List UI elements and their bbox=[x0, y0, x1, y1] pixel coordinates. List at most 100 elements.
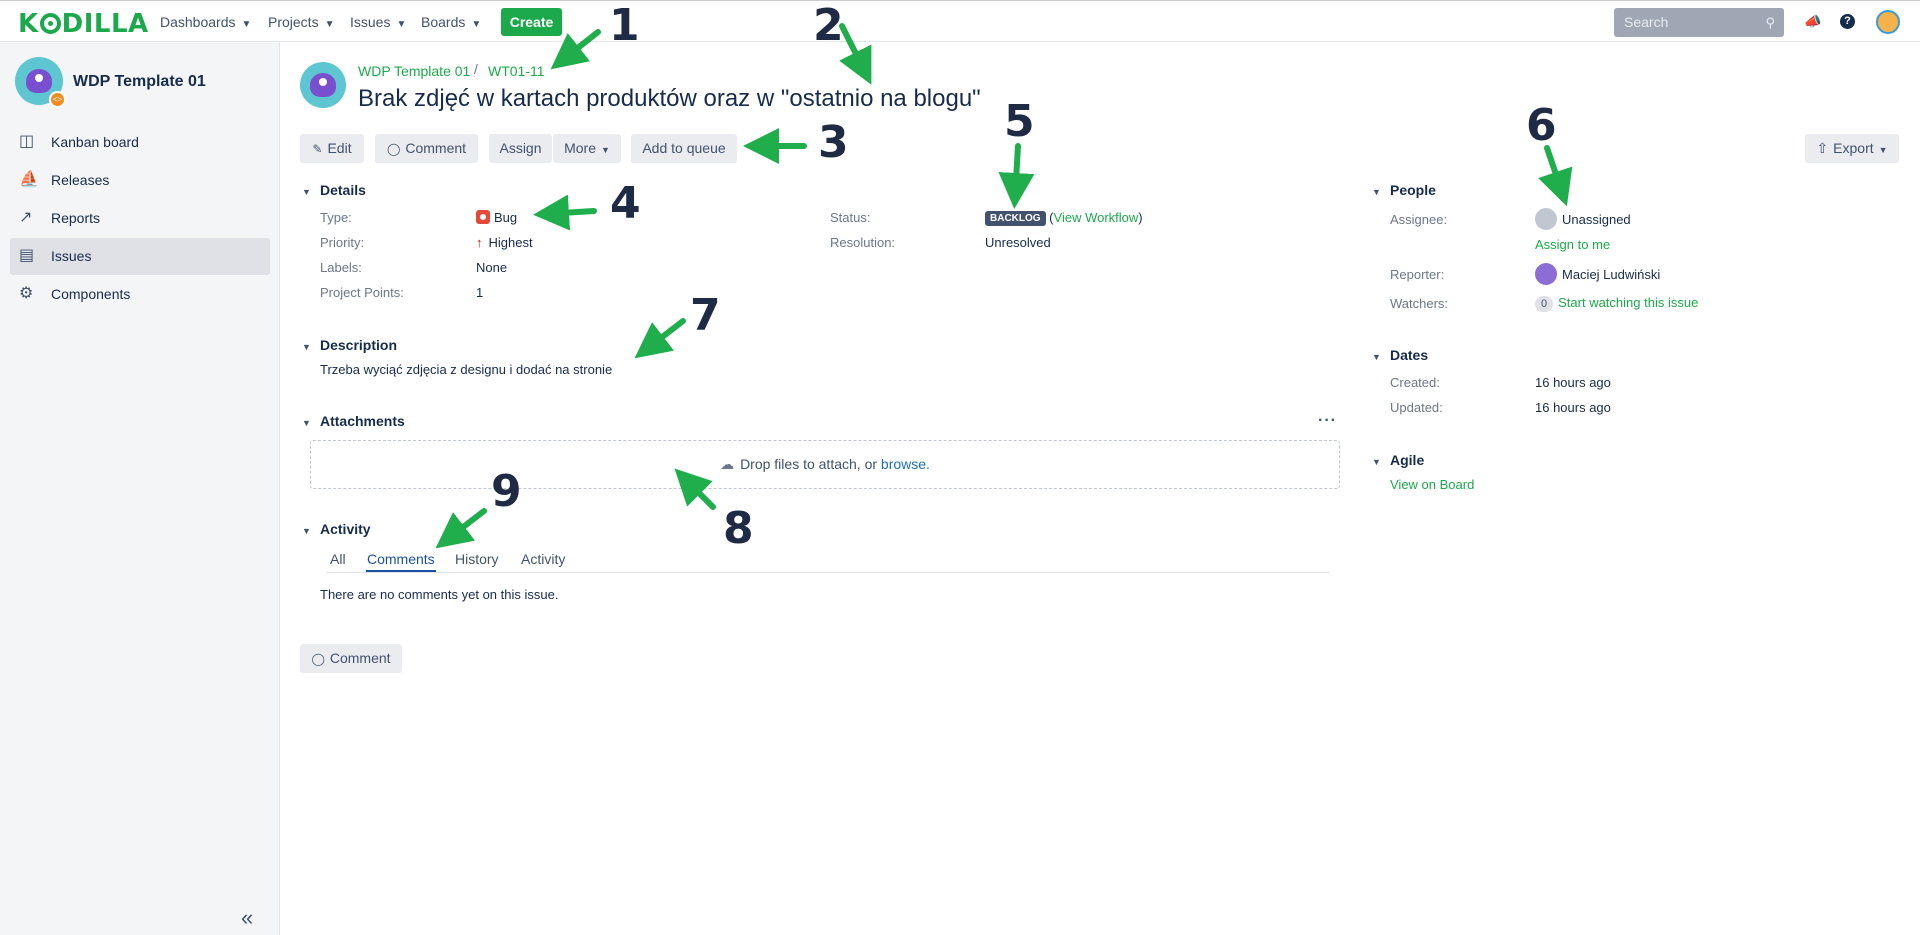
people-section-toggle[interactable]: ▼ People bbox=[1372, 182, 1436, 198]
watchers-count-badge: 0 bbox=[1535, 296, 1554, 312]
created-value: 16 hours ago bbox=[1535, 375, 1611, 390]
sidebar-item-kanban-board[interactable]: ◫ Kanban board bbox=[10, 124, 270, 161]
top-navigation: K DILLA Dashboards ▼ Projects ▼ Issues ▼ Boa… bbox=[0, 0, 1920, 42]
chevron-down-icon: ▼ bbox=[324, 19, 335, 30]
sidebar-item-releases[interactable]: ⛵ Releases bbox=[10, 162, 270, 199]
dates-section-toggle[interactable]: ▼ Dates bbox=[1372, 347, 1428, 363]
sidebar-item-label: Kanban board bbox=[51, 134, 139, 150]
agile-heading: Agile bbox=[1390, 452, 1425, 468]
reporter-value-text: Maciej Ludwiński bbox=[1562, 267, 1661, 282]
chevron-down-icon: ▼ bbox=[1878, 145, 1888, 155]
comment-button[interactable]: ◯ Comment bbox=[375, 134, 478, 163]
type-value-text: Bug bbox=[494, 210, 518, 225]
unassigned-avatar bbox=[1535, 208, 1557, 230]
tab-all[interactable]: All bbox=[330, 551, 346, 567]
nav-boards[interactable]: Boards ▼ bbox=[421, 14, 481, 30]
nav-projects-label: Projects bbox=[268, 14, 319, 30]
sidebar-item-label: Issues bbox=[51, 248, 92, 264]
more-label: More bbox=[564, 140, 596, 156]
type-label: Type: bbox=[320, 210, 352, 225]
attachments-section-toggle[interactable]: ▼ Attachments bbox=[302, 413, 405, 429]
assignee-value[interactable]: Unassigned bbox=[1535, 208, 1631, 230]
issue-title[interactable]: Brak zdjęć w kartach produktów oraz w "o… bbox=[358, 85, 981, 113]
view-on-board-link[interactable]: View on Board bbox=[1390, 477, 1474, 492]
bug-icon bbox=[476, 210, 490, 224]
project-name[interactable]: WDP Template 01 bbox=[73, 73, 206, 91]
details-section-toggle[interactable]: ▼ Details bbox=[302, 182, 366, 198]
create-button[interactable]: Create bbox=[501, 8, 562, 36]
agile-section-toggle[interactable]: ▼ Agile bbox=[1372, 452, 1424, 468]
activity-heading: Activity bbox=[320, 521, 371, 537]
description-text[interactable]: Trzeba wyciąć zdjęcia z designu i dodać … bbox=[320, 362, 612, 377]
breadcrumb-project[interactable]: WDP Template 01 bbox=[358, 63, 470, 79]
edit-label: Edit bbox=[327, 140, 352, 156]
browse-link[interactable]: browse. bbox=[881, 456, 930, 472]
reporter-label: Reporter: bbox=[1390, 267, 1445, 282]
no-comments-text: There are no comments yet on this issue. bbox=[320, 587, 559, 602]
status-value: BACKLOG (View Workflow) bbox=[985, 210, 1143, 226]
annotation-number-4: 4 bbox=[610, 178, 641, 229]
nav-issues-label: Issues bbox=[350, 14, 391, 30]
labels-value[interactable]: None bbox=[476, 260, 507, 275]
chevron-down-icon: ▼ bbox=[471, 19, 482, 30]
resolution-label: Resolution: bbox=[830, 235, 896, 250]
tab-activity[interactable]: Activity bbox=[521, 551, 565, 567]
nav-issues[interactable]: Issues ▼ bbox=[350, 14, 406, 30]
annotation-number-8: 8 bbox=[723, 503, 754, 554]
search-input[interactable]: Search ⚲ bbox=[1614, 8, 1784, 37]
help-icon[interactable]: ? bbox=[1840, 14, 1855, 29]
export-button[interactable]: ⇧ Export ▼ bbox=[1805, 134, 1899, 163]
type-value[interactable]: Bug bbox=[476, 210, 517, 225]
comment-label: Comment bbox=[405, 140, 467, 156]
reporter-avatar bbox=[1535, 263, 1557, 285]
activity-section-toggle[interactable]: ▼ Activity bbox=[302, 521, 371, 537]
comment-icon: ◯ bbox=[311, 652, 325, 666]
sidebar-item-components[interactable]: ⚙ Components bbox=[10, 276, 270, 313]
details-heading: Details bbox=[320, 182, 366, 198]
ship-icon: ⛵ bbox=[19, 171, 39, 188]
view-workflow-link[interactable]: View Workflow bbox=[1054, 210, 1139, 225]
collapse-sidebar-icon[interactable]: « bbox=[241, 905, 253, 931]
annotation-arrow-9 bbox=[435, 508, 487, 549]
drop-text: Drop files to attach, or bbox=[740, 456, 878, 472]
description-section-toggle[interactable]: ▼ Description bbox=[302, 337, 397, 353]
add-to-queue-button[interactable]: Add to queue bbox=[631, 134, 737, 163]
annotation-number-5: 5 bbox=[1004, 96, 1035, 147]
more-button[interactable]: More ▼ bbox=[553, 134, 621, 163]
project-points-value[interactable]: 1 bbox=[476, 285, 483, 300]
description-heading: Description bbox=[320, 337, 398, 353]
tab-comments[interactable]: Comments bbox=[367, 551, 435, 567]
nav-dashboards[interactable]: Dashboards ▼ bbox=[160, 14, 251, 30]
status-badge[interactable]: BACKLOG bbox=[985, 211, 1046, 226]
sidebar-item-issues[interactable]: ▤ Issues bbox=[10, 238, 270, 275]
tab-history[interactable]: History bbox=[455, 551, 499, 567]
pencil-icon: ✎ bbox=[312, 142, 323, 156]
add-comment-button[interactable]: ◯ Comment bbox=[300, 644, 402, 673]
annotation-arrow-4 bbox=[533, 194, 597, 231]
more-options-icon[interactable]: ··· bbox=[1318, 412, 1337, 430]
active-tab-indicator bbox=[366, 570, 436, 572]
edit-button[interactable]: ✎ Edit bbox=[300, 134, 364, 163]
nav-boards-label: Boards bbox=[421, 14, 466, 30]
reporter-value[interactable]: Maciej Ludwiński bbox=[1535, 263, 1660, 285]
nav-projects[interactable]: Projects ▼ bbox=[268, 14, 334, 30]
kodilla-logo[interactable]: K DILLA bbox=[18, 9, 149, 39]
assign-to-me-link[interactable]: Assign to me bbox=[1535, 237, 1610, 252]
created-label: Created: bbox=[1390, 375, 1440, 390]
updated-label: Updated: bbox=[1390, 400, 1443, 415]
comment-button-label: Comment bbox=[329, 650, 391, 666]
announcement-icon[interactable]: 📣 bbox=[1804, 13, 1821, 30]
chevron-down-icon: ▼ bbox=[1372, 187, 1381, 197]
attachment-dropzone[interactable]: ☁ Drop files to attach, or browse. bbox=[310, 440, 1340, 489]
chevron-down-icon: ▼ bbox=[241, 19, 252, 30]
priority-value[interactable]: ↑ Highest bbox=[476, 235, 533, 250]
arrow-up-icon: ↑ bbox=[476, 235, 483, 250]
priority-label: Priority: bbox=[320, 235, 365, 250]
user-avatar[interactable] bbox=[1876, 10, 1900, 34]
labels-label: Labels: bbox=[320, 260, 362, 275]
sidebar-item-reports[interactable]: ↗ Reports bbox=[10, 200, 270, 237]
assign-button[interactable]: Assign bbox=[489, 134, 552, 163]
start-watching-link[interactable]: Start watching this issue bbox=[1558, 295, 1698, 310]
issues-icon: ▤ bbox=[19, 247, 35, 264]
breadcrumb-issue-key[interactable]: WT01-11 bbox=[488, 63, 545, 79]
